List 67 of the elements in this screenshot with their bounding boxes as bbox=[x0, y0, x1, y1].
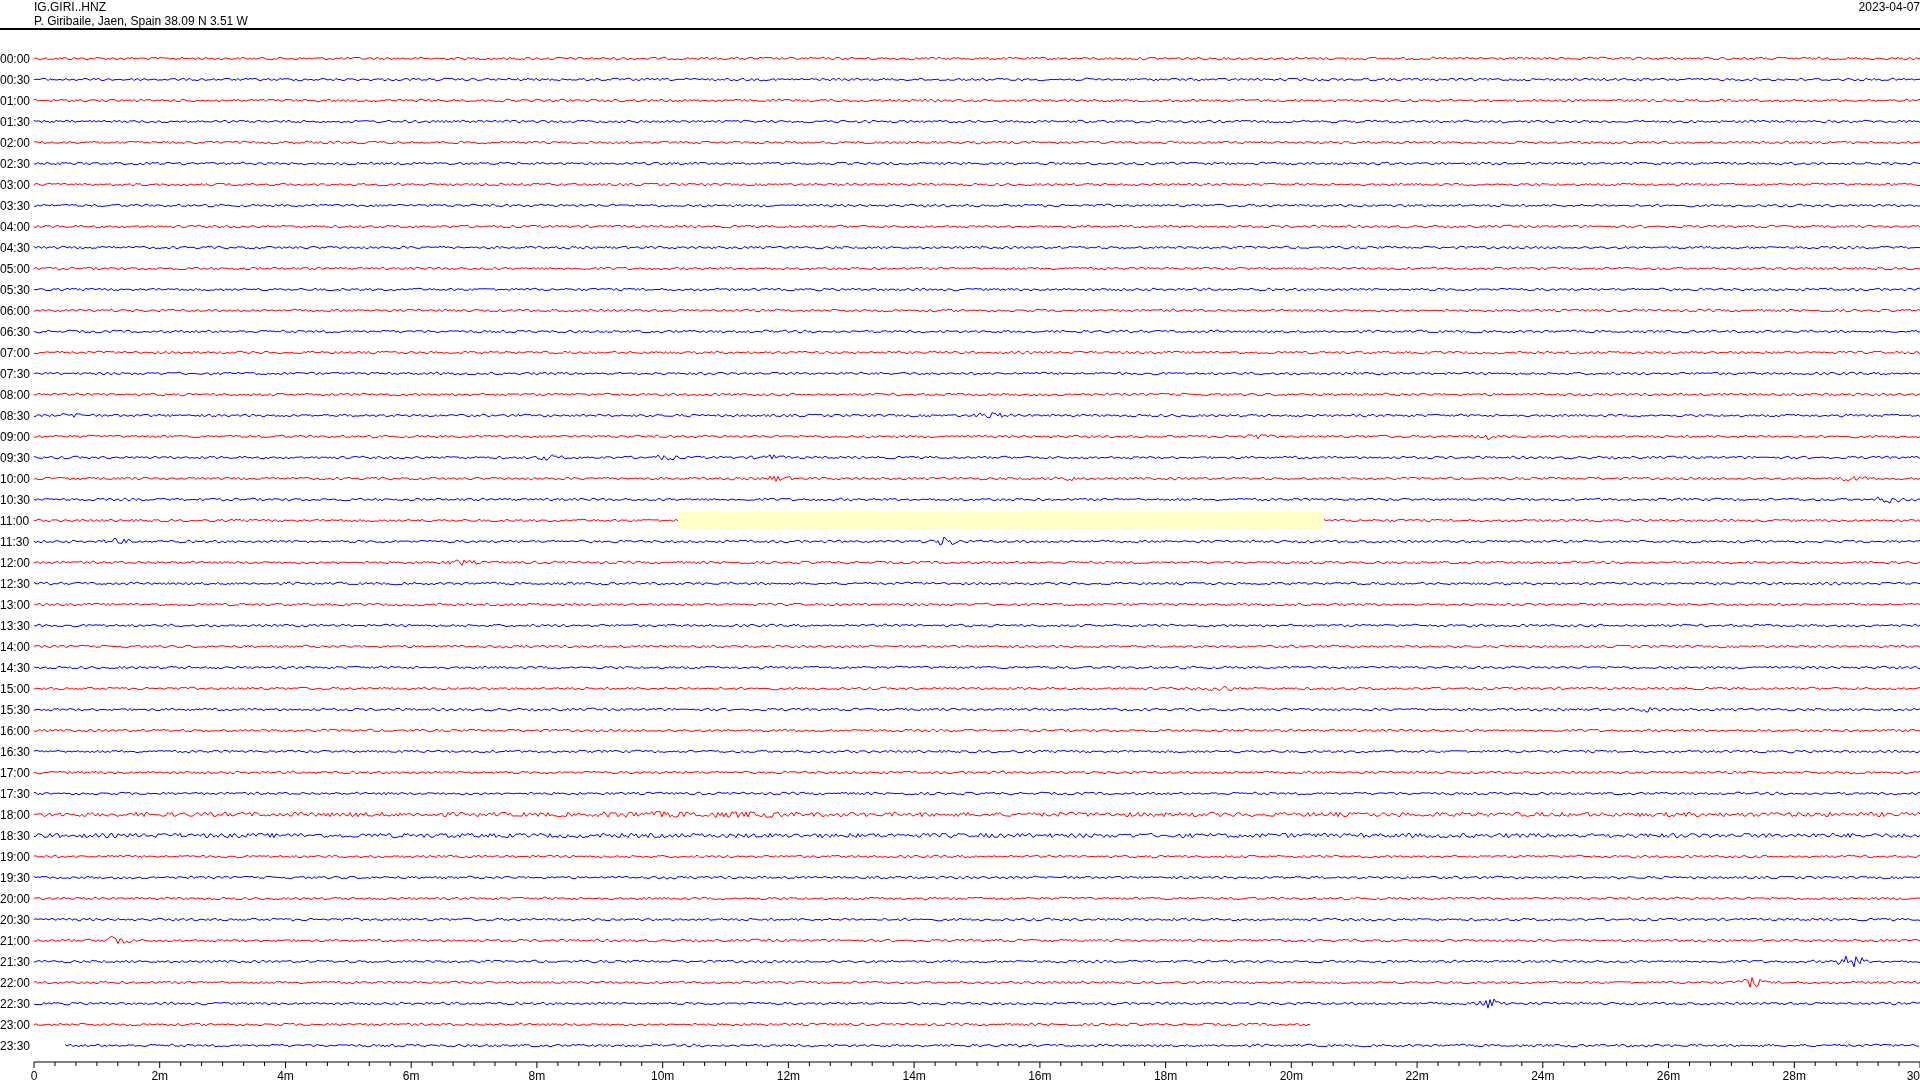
axis-tick-label: 20m bbox=[1279, 1069, 1303, 1080]
time-label: 01:30 bbox=[0, 114, 32, 129]
axis-tick-label: 26m bbox=[1656, 1069, 1681, 1080]
time-label: 10:30 bbox=[0, 492, 32, 507]
axis-tick-label: 28m bbox=[1782, 1069, 1806, 1080]
time-label: 08:30 bbox=[0, 408, 32, 423]
time-label: 03:00 bbox=[0, 177, 32, 192]
axis-tick-label: 4m bbox=[277, 1069, 294, 1080]
time-label: 21:00 bbox=[0, 933, 32, 948]
axis-tick-label: 16m bbox=[1028, 1069, 1052, 1080]
axis-tick-label: 12m bbox=[776, 1069, 801, 1080]
time-label: 22:00 bbox=[0, 975, 32, 990]
time-label: 05:00 bbox=[0, 261, 32, 276]
time-label: 16:30 bbox=[0, 744, 32, 759]
time-label: 21:30 bbox=[0, 954, 32, 969]
time-label: 07:30 bbox=[0, 366, 32, 381]
time-label: 23:00 bbox=[0, 1017, 32, 1032]
time-label: 15:30 bbox=[0, 702, 32, 717]
time-label: 18:30 bbox=[0, 828, 32, 843]
time-label: 11:30 bbox=[0, 534, 31, 549]
time-label: 12:30 bbox=[0, 576, 32, 591]
time-label: 18:00 bbox=[0, 807, 32, 822]
time-label: 23:30 bbox=[0, 1038, 32, 1053]
axis-tick-label: 18m bbox=[1153, 1069, 1178, 1080]
axis-tick-label: 2m bbox=[151, 1069, 169, 1080]
station-location: P. Giribaile, Jaen, Spain 38.09 N 3.51 W bbox=[34, 14, 248, 28]
time-label: 02:00 bbox=[0, 135, 32, 150]
time-label: 06:00 bbox=[0, 303, 32, 318]
date-label: 2023-04-07 bbox=[1858, 0, 1920, 14]
axis-tick-label: 8m bbox=[528, 1069, 546, 1080]
time-label: 09:30 bbox=[0, 450, 32, 465]
time-label: 04:30 bbox=[0, 240, 32, 255]
time-label: 10:00 bbox=[0, 471, 32, 486]
time-label: 13:30 bbox=[0, 618, 32, 633]
time-label: 17:30 bbox=[0, 786, 32, 801]
time-label: 12:00 bbox=[0, 555, 32, 570]
axis-tick-label: 14m bbox=[902, 1069, 926, 1080]
axis-tick-label: 6m bbox=[402, 1069, 420, 1080]
station-code: IG.GIRI..HNZ bbox=[34, 0, 107, 14]
time-label: 22:30 bbox=[0, 996, 32, 1011]
time-label: 01:00 bbox=[0, 93, 32, 108]
time-label: 11:00 bbox=[0, 513, 31, 528]
time-label: 17:00 bbox=[0, 765, 32, 780]
axis-tick-label: 10m bbox=[651, 1069, 675, 1080]
time-label: 13:00 bbox=[0, 597, 32, 612]
time-label: 14:00 bbox=[0, 639, 32, 654]
time-label: 09:00 bbox=[0, 429, 32, 444]
axis-tick-label: 0 bbox=[30, 1069, 38, 1080]
time-label: 15:00 bbox=[0, 681, 32, 696]
time-label: 20:30 bbox=[0, 912, 32, 927]
time-label: 14:30 bbox=[0, 660, 32, 675]
time-label: 19:00 bbox=[0, 849, 32, 864]
time-label: 06:30 bbox=[0, 324, 32, 339]
time-label: 08:00 bbox=[0, 387, 32, 402]
time-label: 04:00 bbox=[0, 219, 32, 234]
time-label: 16:00 bbox=[0, 723, 32, 738]
axis-tick-label: 30 bbox=[1906, 1069, 1920, 1080]
time-label: 02:30 bbox=[0, 156, 32, 171]
time-label: 19:30 bbox=[0, 870, 32, 885]
time-label: 07:00 bbox=[0, 345, 32, 360]
axis-tick-label: 22m bbox=[1405, 1069, 1429, 1080]
time-label: 00:00 bbox=[0, 51, 32, 66]
time-label: 20:00 bbox=[0, 891, 32, 906]
axis-tick-label: 24m bbox=[1531, 1069, 1555, 1080]
time-label: 05:30 bbox=[0, 282, 32, 297]
time-label: 03:30 bbox=[0, 198, 32, 213]
time-label: 00:30 bbox=[0, 72, 32, 87]
